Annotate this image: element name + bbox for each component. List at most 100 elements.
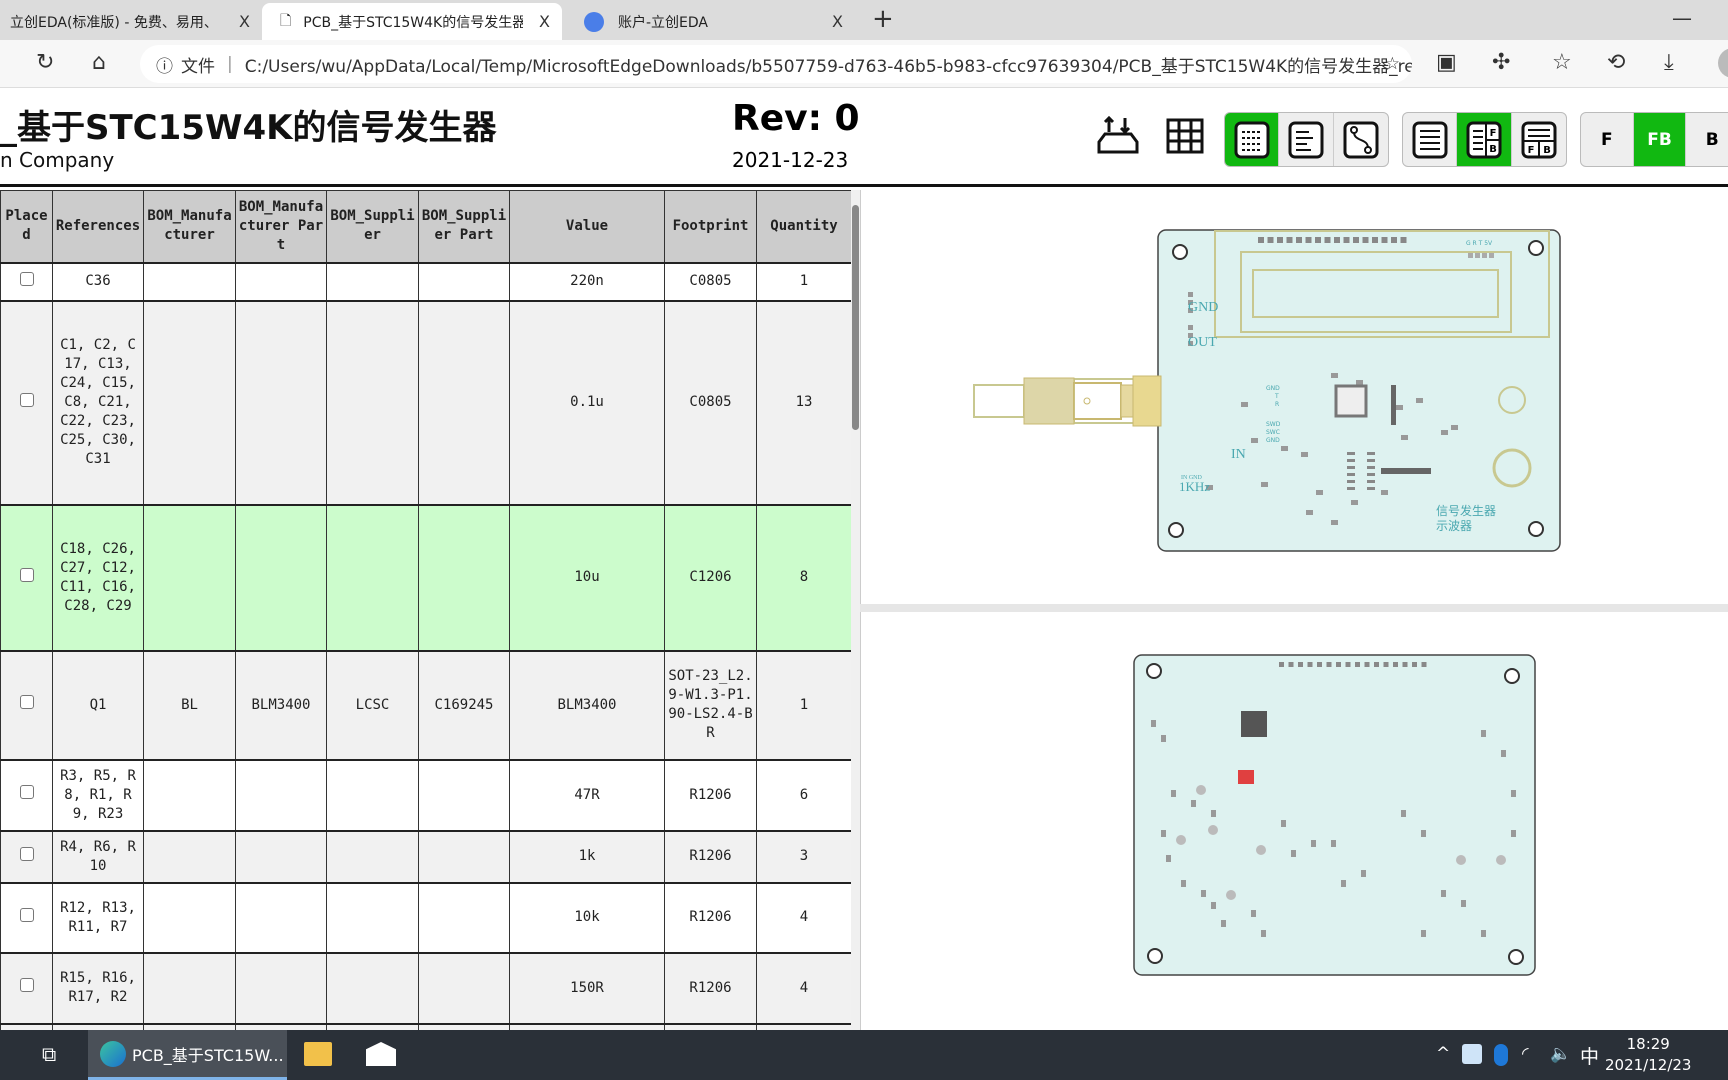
avatar[interactable]	[1718, 48, 1728, 78]
refresh-icon[interactable]: ↻	[36, 50, 54, 75]
chat-tray-icon[interactable]	[1462, 1044, 1482, 1064]
favorites-icon[interactable]: ☆	[1552, 50, 1572, 75]
tab-pcb[interactable]: 🗋 PCB_基于STC15W4K的信号发生器 X	[262, 3, 562, 40]
extensions-icon[interactable]: ✣	[1492, 50, 1510, 75]
pcb-pad	[1367, 487, 1375, 490]
pcb-pad	[1412, 662, 1417, 667]
column-header[interactable]: Value	[509, 190, 665, 263]
cell-refs: C1, C2, C17, C13, C24, C15, C8, C21, C22…	[52, 299, 144, 505]
history-icon[interactable]: ⟲	[1607, 50, 1625, 75]
placed-cell	[0, 881, 53, 953]
pcb-pad	[1481, 930, 1486, 937]
pcb-pad	[1347, 466, 1355, 469]
placed-checkbox[interactable]	[19, 392, 34, 407]
table-row[interactable]: R3, R5, R8, R1, R9, R23 47R R1206 6	[0, 758, 851, 831]
table-row[interactable]: C36 220n C0805 1	[0, 261, 851, 301]
bnc-connector-drawing	[1073, 375, 1162, 427]
downloads-icon[interactable]: ⤓	[1664, 50, 1674, 75]
pcb-via	[1256, 845, 1266, 855]
cell-value: BLM3400	[509, 649, 665, 760]
pcb-label-title1: 信号发生器	[1436, 503, 1496, 518]
cell-spart	[418, 951, 510, 1024]
task-view-icon[interactable]: ⧉	[42, 1042, 56, 1066]
pcb-label-gnd: GND	[1188, 300, 1218, 315]
placed-checkbox[interactable]	[19, 846, 34, 861]
mail-icon[interactable]	[366, 1042, 396, 1066]
bluetooth-icon[interactable]	[1494, 1044, 1508, 1066]
tab-lceda[interactable]: 立创EDA(标准版) - 免费、易用、 X	[0, 3, 262, 40]
table-row[interactable]: R4, R6, R10 1k R1206 3	[0, 829, 851, 883]
placed-checkbox[interactable]	[19, 907, 34, 922]
placed-checkbox[interactable]	[19, 695, 34, 709]
pcb-pad	[1311, 840, 1316, 847]
selected-component[interactable]	[1238, 770, 1254, 784]
file-explorer-icon[interactable]	[304, 1042, 332, 1066]
pcb-pad	[1331, 520, 1338, 525]
volume-icon[interactable]: 🔈	[1550, 1044, 1571, 1064]
upload-icon[interactable]	[1095, 112, 1141, 160]
pcb-splitter[interactable]	[860, 604, 1728, 612]
close-tab-icon[interactable]: X	[539, 12, 550, 31]
table-row[interactable]: R12, R13, R11, R7 10k R1206 4	[0, 881, 851, 953]
ime-indicator[interactable]: 中	[1580, 1042, 1599, 1069]
cell-qty: 3	[756, 829, 851, 883]
placed-checkbox[interactable]	[19, 978, 34, 992]
clock[interactable]: 18:29 2021/12/23	[1605, 1034, 1691, 1076]
address-bar[interactable]: ⓘ 文件 | C:/Users/wu/AppData/Local/Temp/Mic…	[140, 45, 1412, 83]
bom-scrollbar[interactable]	[851, 190, 860, 1030]
placed-cell	[0, 261, 53, 301]
table-row[interactable]: C18, C26, C27, C12, C11, C16, C28, C29 10…	[0, 503, 851, 651]
placed-checkbox[interactable]	[19, 785, 34, 799]
close-tab-icon[interactable]: X	[832, 12, 843, 31]
column-header[interactable]: Placed	[0, 190, 53, 263]
close-tab-icon[interactable]: X	[239, 12, 250, 31]
pcb-pad	[1345, 662, 1351, 667]
pcb-label-gnd2: GND	[1266, 385, 1280, 392]
pcb-pad	[1421, 830, 1426, 837]
cell-qty: 6	[756, 758, 851, 831]
table-row[interactable]: C1, C2, C17, C13, C24, C15, C8, C21, C22…	[0, 299, 851, 505]
placed-checkbox[interactable]	[19, 567, 34, 582]
layout-tb-button[interactable]: FB	[1512, 113, 1566, 166]
scrollbar-thumb[interactable]	[852, 205, 859, 430]
table-row[interactable]: R15, R16, R17, R2 150R R1206 4	[0, 951, 851, 1024]
pcb-pad	[1188, 292, 1193, 297]
column-header[interactable]: BOM_Manufacturer Part	[235, 190, 327, 263]
column-header[interactable]: BOM_Supplier Part	[418, 190, 510, 263]
cell-sup	[326, 758, 419, 831]
column-header[interactable]: Quantity	[756, 190, 851, 263]
cell-qty: 8	[756, 503, 851, 651]
bom-top-bottom-button[interactable]	[1334, 113, 1388, 166]
pcb-label-header: G R T 5V	[1466, 240, 1493, 247]
collections-icon[interactable]: ▣	[1436, 50, 1457, 75]
pcb-pad	[1331, 373, 1338, 378]
placed-checkbox[interactable]	[19, 271, 34, 286]
layout-bom-button[interactable]	[1403, 113, 1458, 166]
home-icon[interactable]: ⌂	[92, 50, 106, 75]
taskbar-edge-app[interactable]: PCB_基于STC15W...	[88, 1030, 287, 1080]
bom-left-right-button[interactable]	[1279, 113, 1334, 166]
pcb-pad	[1482, 253, 1487, 258]
column-header[interactable]: References	[52, 190, 144, 263]
column-header[interactable]: Footprint	[664, 190, 757, 263]
tray-chevron-icon[interactable]: ^	[1436, 1044, 1450, 1064]
wifi-icon[interactable]: ◜	[1522, 1044, 1529, 1064]
cell-spart	[418, 299, 510, 505]
column-header[interactable]: BOM_Manufacturer	[143, 190, 236, 263]
tab-account[interactable]: 账户-立创EDA X	[562, 3, 855, 40]
layer-both-button[interactable]: FB	[1633, 113, 1687, 166]
pcb-label-r: R	[1275, 401, 1279, 408]
layer-front-button[interactable]: F	[1581, 113, 1634, 166]
bom-only-button[interactable]	[1225, 113, 1280, 166]
table-row[interactable]: Q1 BL BLM3400 LCSC C169245 BLM3400 SOT-23_L2.9…	[0, 649, 851, 760]
layer-back-button[interactable]: B	[1686, 113, 1728, 166]
minimize-button[interactable]: —	[1672, 6, 1692, 30]
column-header[interactable]: BOM_Supplier	[326, 190, 419, 263]
new-tab-button[interactable]: +	[872, 4, 894, 34]
cell-mpart	[235, 299, 327, 505]
add-favorite-icon[interactable]: ☆	[1385, 54, 1400, 74]
pcb-label-in: IN	[1231, 447, 1246, 462]
cell-mfr	[143, 881, 236, 953]
grid-icon[interactable]	[1162, 112, 1208, 160]
layout-lr-button[interactable]: FB	[1457, 113, 1512, 166]
